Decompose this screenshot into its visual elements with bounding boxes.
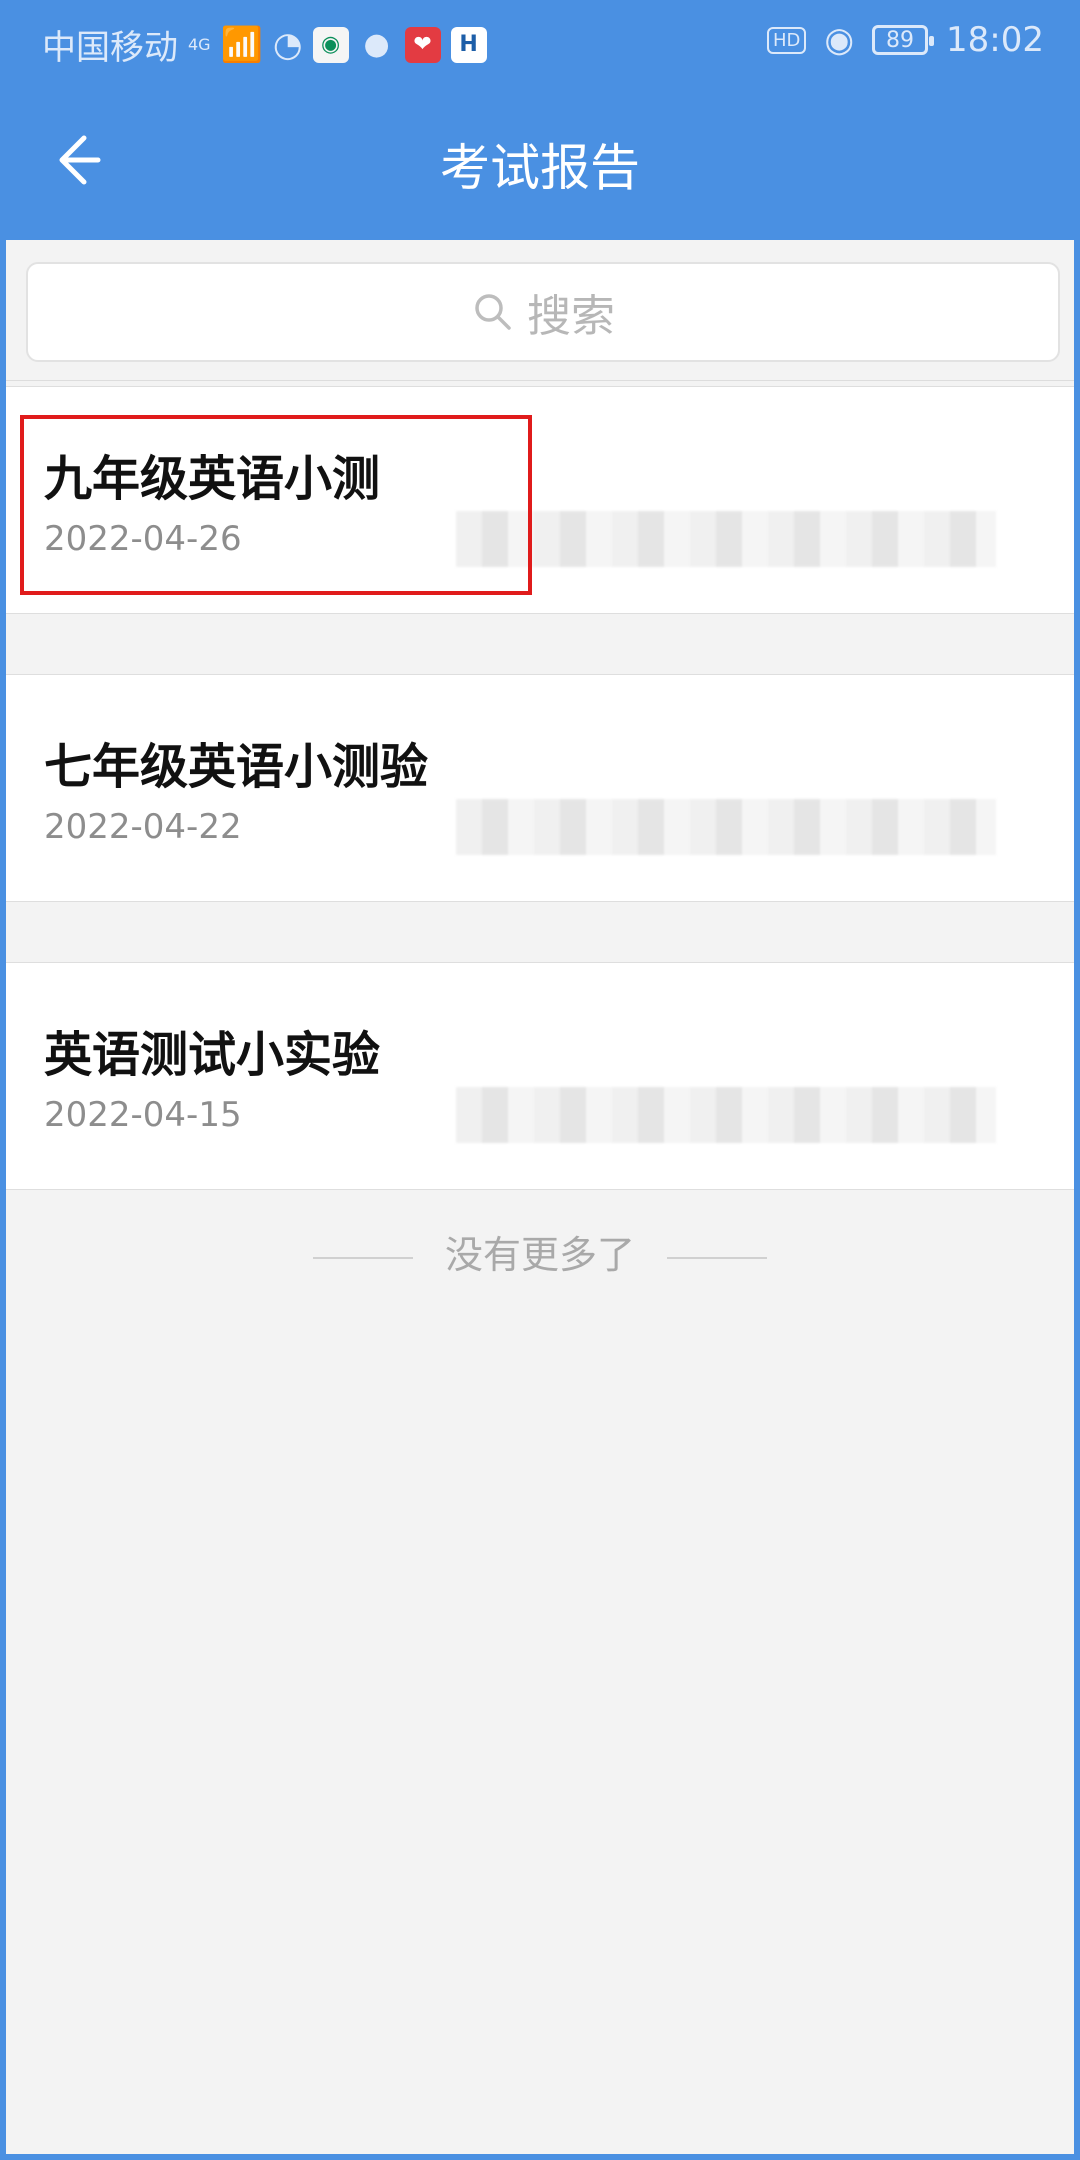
report-date: 2022-04-22 — [44, 807, 242, 847]
hd-icon: HD — [766, 26, 807, 54]
app-bar: 考试报告 — [6, 82, 1074, 240]
app-frame: 中国移动 4G 📶 ◔ ◉ ● ❤ H HD ◉ 89 18:02 考试报告 搜… — [0, 0, 1080, 2160]
carrier-label: 中国移动 — [42, 28, 178, 68]
divider-right — [667, 1256, 768, 1259]
report-date: 2022-04-15 — [44, 1095, 242, 1135]
eye-icon: ◉ — [824, 20, 855, 60]
signal-icon: 📶 — [220, 24, 263, 65]
divider-left — [312, 1256, 413, 1259]
selection-highlight — [20, 415, 532, 595]
redacted-info — [456, 1087, 996, 1143]
status-left: 中国移动 4G 📶 ◔ ◉ ● ❤ H — [42, 20, 487, 69]
wifi-icon: ◔ — [272, 24, 303, 65]
network-label: 4G — [188, 35, 211, 54]
app-icon-2: ❤ — [404, 26, 441, 63]
chat-icon: ● — [363, 27, 390, 62]
list-end-indicator: 没有更多了 — [6, 1224, 1074, 1279]
search-section: 搜索 — [6, 240, 1074, 381]
report-title: 七年级英语小测验 — [44, 739, 429, 795]
battery-level: 89 — [886, 27, 915, 53]
search-placeholder: 搜索 — [527, 291, 615, 342]
report-item-3[interactable]: 英语测试小实验 2022-04-15 — [6, 962, 1074, 1190]
status-right: HD ◉ 89 18:02 — [766, 20, 1044, 60]
no-more-label: 没有更多了 — [444, 1233, 635, 1277]
page-title: 考试报告 — [440, 139, 640, 197]
clock-label: 18:02 — [946, 20, 1044, 60]
search-icon — [475, 294, 511, 330]
search-input[interactable]: 搜索 — [26, 262, 1060, 362]
battery-icon: 89 — [872, 25, 935, 55]
app-icon-1: ◉ — [312, 26, 349, 63]
status-bar: 中国移动 4G 📶 ◔ ◉ ● ❤ H HD ◉ 89 18:02 — [6, 6, 1074, 82]
redacted-info — [456, 799, 996, 855]
redacted-info — [456, 511, 996, 567]
report-title: 英语测试小实验 — [44, 1027, 381, 1083]
report-item-2[interactable]: 七年级英语小测验 2022-04-22 — [6, 674, 1074, 902]
app-icon-3: H — [450, 26, 487, 63]
